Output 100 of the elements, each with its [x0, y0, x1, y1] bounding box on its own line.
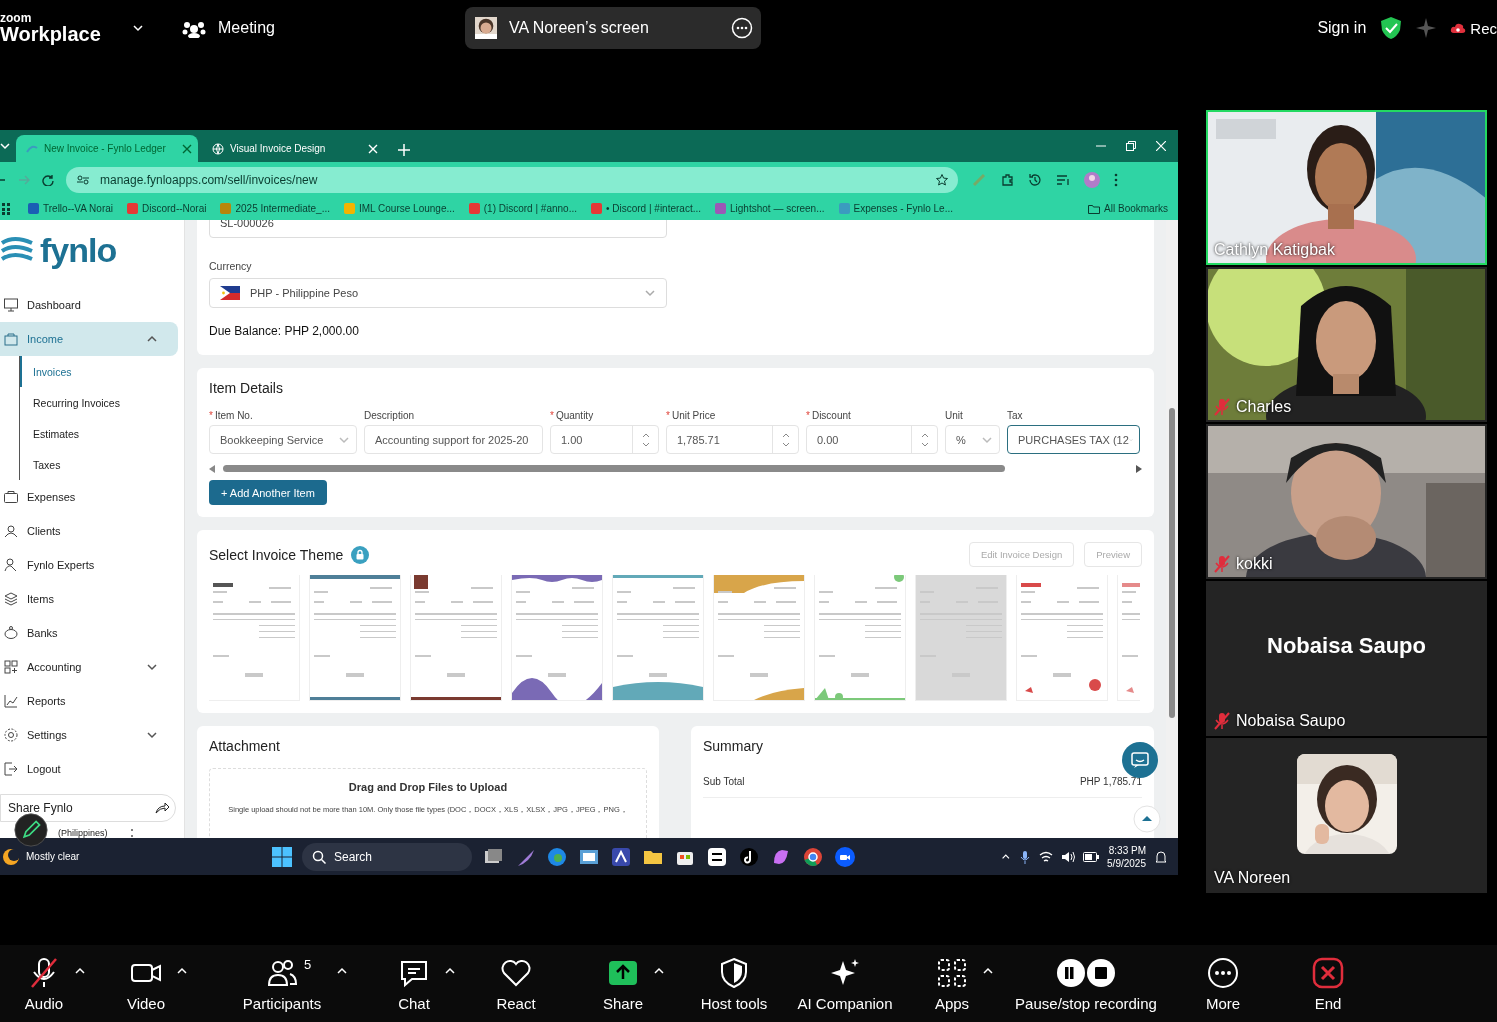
sidebar-item[interactable]: Reports: [0, 684, 178, 718]
theme-thumbnail[interactable]: [310, 575, 400, 700]
meeting-menu[interactable]: Meeting: [218, 19, 275, 37]
scrollbar-thumb[interactable]: [223, 465, 1005, 472]
theme-thumbnail[interactable]: [815, 575, 905, 700]
recording-button[interactable]: Pause/stop recording: [1015, 945, 1157, 1022]
share-button[interactable]: Share: [603, 945, 643, 1022]
drag-handle-icon[interactable]: [129, 828, 134, 838]
bookmark[interactable]: Discord--Norai: [127, 203, 207, 214]
menu-icon[interactable]: [1114, 172, 1118, 187]
browser-icon[interactable]: [546, 845, 568, 868]
all-bookmarks-link[interactable]: All Bookmarks: [1104, 203, 1168, 214]
shield-icon[interactable]: [1380, 16, 1403, 40]
select-field[interactable]: Bookkeeping Service: [209, 425, 357, 454]
chat-bubble-icon[interactable]: [1122, 742, 1158, 778]
video-app-icon[interactable]: [834, 845, 856, 868]
sidebar-item[interactable]: Dashboard: [0, 288, 178, 322]
app-tile-icon[interactable]: [610, 845, 632, 868]
sidebar-item[interactable]: Settings: [0, 718, 178, 752]
more-icon[interactable]: [730, 17, 753, 39]
sidebar-subitem[interactable]: Recurring Invoices: [20, 387, 184, 418]
browser-tab[interactable]: New Invoice - Fynlo Ledger: [16, 135, 198, 162]
editor-icon[interactable]: [706, 845, 728, 868]
text-field[interactable]: Accounting support for 2025-20: [364, 425, 543, 454]
sidebar-subitem[interactable]: Taxes: [20, 449, 184, 480]
bookmark[interactable]: Expenses - Fynlo Le...: [838, 203, 953, 214]
sign-in-link[interactable]: Sign in: [1317, 19, 1367, 37]
sidebar-item[interactable]: Fynlo Experts: [0, 548, 178, 582]
browser-tab[interactable]: Visual Invoice Design: [202, 135, 384, 162]
sidebar-item[interactable]: Expenses: [0, 480, 178, 514]
close-icon[interactable]: [182, 143, 192, 154]
share-icon[interactable]: [155, 802, 169, 814]
bookmark[interactable]: 2025 Intermediate_...: [220, 203, 330, 214]
audio-button[interactable]: Audio: [24, 945, 64, 1022]
host-tools-button[interactable]: Host tools: [700, 945, 768, 1022]
invoice-number-field[interactable]: SL-000026: [209, 220, 667, 238]
chevron-down-icon[interactable]: [146, 729, 158, 741]
chevron-down-icon[interactable]: [132, 22, 144, 34]
address-bar[interactable]: manage.fynloapps.com/sell/invoices/new: [66, 166, 958, 193]
chevron-down-icon[interactable]: [146, 661, 158, 673]
annotate-pencil-icon[interactable]: [14, 813, 48, 847]
notification-bell-icon[interactable]: [1154, 849, 1168, 864]
theme-thumbnail[interactable]: [613, 575, 703, 700]
extensions-icon[interactable]: [1000, 172, 1014, 187]
more-button[interactable]: More: [1205, 945, 1241, 1022]
theme-thumbnail[interactable]: [916, 575, 1006, 700]
sidebar-subitem[interactable]: Estimates: [20, 418, 184, 449]
scroll-to-top-icon[interactable]: [1133, 805, 1161, 833]
react-button[interactable]: React: [496, 945, 536, 1022]
sidebar-item[interactable]: Clients: [0, 514, 178, 548]
windows-start-icon[interactable]: [272, 846, 292, 867]
taskbar-search[interactable]: Search: [302, 842, 472, 871]
video-button[interactable]: Video: [126, 945, 166, 1022]
battery-icon[interactable]: [1083, 851, 1100, 862]
scroll-left-icon[interactable]: [209, 465, 215, 473]
sidebar-item[interactable]: Accounting: [0, 650, 178, 684]
reload-icon[interactable]: [42, 173, 54, 186]
end-button[interactable]: End: [1312, 945, 1344, 1022]
number-field[interactable]: 1,785.71: [666, 425, 799, 454]
scroll-right-icon[interactable]: [1136, 465, 1142, 473]
select-field[interactable]: PURCHASES TAX (12: [1007, 425, 1140, 454]
currency-select[interactable]: PHP - Philippine Peso: [209, 278, 667, 308]
site-info-icon[interactable]: [76, 173, 90, 186]
note-icon[interactable]: [738, 845, 760, 868]
new-tab-icon[interactable]: [398, 144, 410, 156]
scrollbar-thumb[interactable]: [1169, 408, 1175, 718]
tab-search-icon[interactable]: [0, 141, 10, 151]
number-field[interactable]: 0.00: [806, 425, 938, 454]
sidebar-subitem[interactable]: Invoices: [20, 356, 184, 387]
volume-icon[interactable]: [1061, 850, 1076, 863]
bookmark[interactable]: (1) Discord | #anno...: [468, 203, 577, 214]
star-icon[interactable]: [936, 173, 948, 186]
share-indicator[interactable]: VA Noreen’s screen: [464, 7, 761, 49]
add-item-button[interactable]: + Add Another Item: [209, 480, 327, 505]
clock-date[interactable]: 5/9/2025: [1107, 856, 1146, 870]
bookmark[interactable]: Lightshot — screen...: [715, 203, 825, 214]
theme-thumbnail[interactable]: [714, 575, 804, 700]
select-field[interactable]: %: [945, 425, 1000, 454]
chat-button[interactable]: Chat: [398, 945, 430, 1022]
media-icon[interactable]: [1056, 172, 1070, 187]
apps-button[interactable]: Apps: [934, 945, 970, 1022]
lock-icon: [351, 545, 370, 564]
restore-icon[interactable]: [1126, 141, 1136, 151]
number-field[interactable]: 1.00: [550, 425, 659, 454]
bookmark[interactable]: • Discord | #interact...: [591, 203, 701, 214]
sidebar-item[interactable]: Logout: [0, 752, 178, 786]
theme-thumbnail[interactable]: [512, 575, 602, 700]
wifi-icon[interactable]: [1039, 850, 1054, 863]
sidebar-item[interactable]: Items: [0, 582, 178, 616]
sidebar-item[interactable]: Income: [0, 322, 178, 356]
clock-time[interactable]: 8:33 PM: [1107, 843, 1146, 857]
theme-thumbnail[interactable]: [411, 575, 501, 700]
bookmark[interactable]: IML Course Lounge...: [344, 203, 455, 214]
sparkle-icon[interactable]: [1416, 18, 1437, 38]
microphone-icon[interactable]: [1019, 849, 1032, 864]
ai-companion-button[interactable]: AI Companion: [797, 945, 893, 1022]
bookmark[interactable]: Trello--VA Norai: [28, 203, 113, 214]
chrome-icon[interactable]: [802, 845, 824, 868]
history-icon[interactable]: [1028, 172, 1042, 187]
sidebar-item[interactable]: Banks: [0, 616, 178, 650]
